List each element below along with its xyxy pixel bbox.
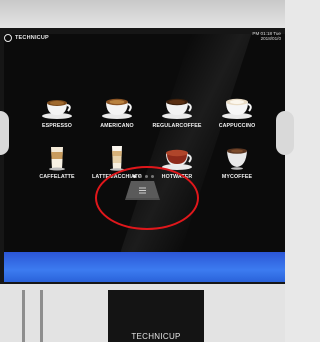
cappuccino-cup-icon (222, 98, 252, 119)
next-page-arrow[interactable] (276, 111, 294, 155)
blue-light-strip (4, 252, 285, 282)
drink-label: MYCOFFEE (221, 174, 253, 180)
caffelatte-glass-icon (49, 147, 65, 171)
drink-cappuccino[interactable]: CAPPUCCINO (207, 94, 267, 142)
previous-page-arrow[interactable] (0, 111, 9, 155)
brand-name: TECHNICUP (15, 35, 49, 41)
brand-header: TECHNICUP (4, 32, 49, 44)
drink-label: AMERICANO (100, 123, 134, 129)
machine-top-panel (0, 0, 285, 30)
drink-label: ESPRESSO (42, 123, 72, 129)
clock-date: 2018/01/0 (260, 36, 281, 42)
drink-mycoffee[interactable]: MYCOFFEE (207, 145, 267, 193)
highlight-annotation-circle (95, 166, 199, 230)
drink-label: REGULARCOFFEE (152, 123, 202, 129)
side-rail (22, 290, 25, 342)
drink-label: CAPPUCCINO (218, 123, 256, 129)
clock: PM 01:18 Tue 2018/01/0 (252, 31, 281, 42)
drink-americano[interactable]: AMERICANO (87, 94, 147, 142)
machine-label: TECHNICUP (131, 332, 181, 341)
drink-espresso[interactable]: ESPRESSO (27, 94, 87, 142)
drink-label: CAFFELATTE (39, 174, 75, 180)
mycoffee-cup-icon (227, 148, 247, 170)
americano-cup-icon (102, 98, 132, 119)
espresso-cup-icon (42, 100, 72, 119)
drink-caffelatte[interactable]: CAFFELATTE (27, 145, 87, 193)
brand-logo-icon (4, 34, 12, 42)
regular-coffee-cup-icon (162, 98, 192, 119)
side-rail (40, 290, 43, 342)
drink-regularcoffee[interactable]: REGULARCOFFEE (147, 94, 207, 142)
